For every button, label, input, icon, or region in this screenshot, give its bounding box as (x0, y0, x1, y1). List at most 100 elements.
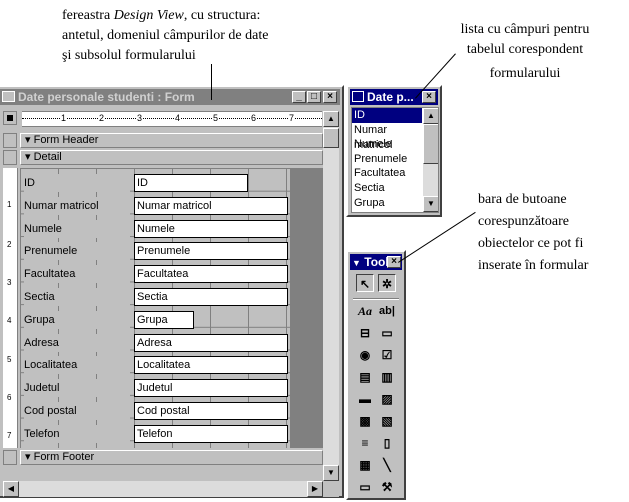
scroll-left-button[interactable]: ◀ (3, 481, 19, 497)
option-group-tool[interactable]: ⊟ (356, 324, 374, 342)
line-tool[interactable]: ╲ (378, 456, 396, 474)
annotation-line: obiectelor ce pot fi (478, 236, 584, 251)
toolbox-menu-arrow-icon: ▼ (352, 258, 361, 268)
field-list-icon (352, 91, 364, 102)
ruler-mark: 1 (7, 200, 12, 209)
horizontal-ruler: 1 2 3 4 5 6 7 (22, 111, 322, 127)
field-textbox[interactable]: Prenumele (134, 242, 288, 260)
field-textbox[interactable]: Telefon (134, 425, 288, 443)
field-label[interactable]: Facultatea (24, 265, 130, 283)
field-label[interactable]: Prenumele (24, 242, 130, 260)
scroll-down-button[interactable]: ▼ (323, 465, 339, 481)
image-tool[interactable]: ▨ (378, 390, 396, 408)
ruler-mark: 1 (60, 113, 68, 123)
field-textbox[interactable]: Localitatea (134, 356, 288, 374)
field-textbox[interactable]: Numar matricol (134, 197, 288, 215)
form-window-titlebar[interactable]: Date personale studenti : Form _ □ × (0, 89, 340, 105)
field-list-scroll-up[interactable]: ▲ (423, 108, 438, 124)
vertical-scrollbar[interactable]: ▲ ▼ (323, 111, 339, 481)
field-textbox[interactable]: ID (134, 174, 248, 192)
field-label[interactable]: Numele (24, 220, 130, 238)
annotation-line: corespunzătoare (478, 214, 569, 229)
close-button[interactable]: × (323, 91, 337, 103)
subform-tool[interactable]: ▦ (356, 456, 374, 474)
command-button-tool[interactable]: ▬ (356, 390, 374, 408)
toolbox-window[interactable]: ▼ Toolb × ↖ ✲ Aa ab| ⊟ ▭ ◉ ☑ ▤ ▥ ▬ ▨ ▩ ▧… (346, 250, 406, 500)
scroll-thumb[interactable] (323, 128, 339, 148)
section-selector-footer[interactable] (3, 450, 17, 465)
maximize-button[interactable]: □ (307, 91, 321, 103)
field-textbox[interactable]: Numele (134, 220, 288, 238)
field-label[interactable]: Judetul (24, 379, 130, 397)
field-list-titlebar[interactable]: Date p... × (350, 89, 438, 105)
field-list-item[interactable]: Facultatea (352, 166, 422, 181)
more-controls-tool[interactable]: ⚒ (378, 478, 396, 496)
form-header-label: Form Header (33, 134, 99, 146)
minimize-button[interactable]: _ (292, 91, 306, 103)
annotation-line: antetul, domeniul câmpurilor de date (62, 28, 269, 43)
field-textbox[interactable]: Adresa (134, 334, 288, 352)
form-footer-label: Form Footer (33, 451, 95, 463)
section-selector-header[interactable] (3, 133, 17, 148)
field-list-scroll-thumb[interactable] (423, 124, 438, 164)
tab-control-tool[interactable]: ▯ (378, 434, 396, 452)
annotation-line: bara de butoane (478, 192, 567, 207)
field-list-scrollbar[interactable]: ▲ ▼ (423, 108, 438, 212)
ruler-corner-button[interactable] (3, 111, 17, 125)
field-textbox[interactable]: Grupa (134, 311, 194, 329)
combo-box-tool[interactable]: ▤ (356, 368, 374, 386)
field-textbox[interactable]: Facultatea (134, 265, 288, 283)
rectangle-tool[interactable]: ▭ (356, 478, 374, 496)
control-wizards-tool[interactable]: ✲ (378, 274, 396, 292)
ruler-mark: 7 (288, 113, 296, 123)
check-box-tool[interactable]: ☑ (378, 346, 396, 364)
field-list-item[interactable]: ID (352, 108, 422, 123)
page-break-tool[interactable]: ≡ (356, 434, 374, 452)
textbox-tool[interactable]: ab| (378, 302, 396, 320)
field-list-item[interactable]: Prenumele (352, 152, 422, 167)
callout-line-toolbox (398, 211, 476, 263)
form-icon (2, 91, 15, 102)
field-label[interactable]: Numar matricol (24, 197, 130, 215)
field-label[interactable]: Grupa (24, 311, 130, 329)
field-label[interactable]: Cod postal (24, 402, 130, 420)
field-list-box[interactable]: ID Numar matricol Numele Prenumele Facultate… (351, 107, 439, 213)
list-box-tool[interactable]: ▥ (378, 368, 396, 386)
detail-bar[interactable]: ▾ Detail (20, 150, 323, 165)
ruler-mark: 3 (7, 278, 12, 287)
ruler-mark: 6 (7, 393, 12, 402)
field-list-item[interactable]: Numele (352, 137, 422, 152)
field-list-item[interactable]: Sectia (352, 181, 422, 196)
form-header-bar[interactable]: ▾ Form Header (20, 133, 323, 148)
scroll-up-button[interactable]: ▲ (323, 111, 339, 127)
field-label[interactable]: Sectia (24, 288, 130, 306)
scroll-right-button[interactable]: ▶ (307, 481, 323, 497)
field-label[interactable]: Adresa (24, 334, 130, 352)
select-objects-tool[interactable]: ↖ (356, 274, 374, 292)
annotation-line: tabelul corespondent (466, 42, 584, 57)
form-design-window[interactable]: Date personale studenti : Form _ □ × 1 2… (0, 85, 344, 498)
field-label[interactable]: ID (24, 174, 130, 192)
field-list-scroll-down[interactable]: ▼ (423, 196, 438, 212)
field-list-item[interactable]: Numar matricol (352, 123, 422, 151)
field-label[interactable]: Localitatea (24, 356, 130, 374)
field-list-item[interactable]: Grupa (352, 196, 422, 211)
unbound-object-frame-tool[interactable]: ▩ (356, 412, 374, 430)
option-button-tool[interactable]: ◉ (356, 346, 374, 364)
field-label[interactable]: Telefon (24, 425, 130, 443)
annotation-form-structure: fereastra Design View, cu structura: ant… (62, 6, 302, 66)
form-footer-bar[interactable]: ▾ Form Footer (20, 450, 323, 465)
toggle-button-tool[interactable]: ▭ (378, 324, 396, 342)
bound-object-frame-tool[interactable]: ▧ (378, 412, 396, 430)
field-list-window[interactable]: Date p... × ID Numar matricol Numele Prenum… (346, 85, 442, 217)
toolbox-titlebar[interactable]: ▼ Toolb × (350, 254, 402, 270)
ruler-mark: 2 (7, 240, 12, 249)
field-textbox[interactable]: Cod postal (134, 402, 288, 420)
field-textbox[interactable]: Sectia (134, 288, 288, 306)
field-list-close-button[interactable]: × (422, 91, 436, 103)
field-textbox[interactable]: Judetul (134, 379, 288, 397)
horizontal-scrollbar[interactable]: ◀ ▶ (3, 481, 323, 497)
label-tool[interactable]: Aa (356, 302, 374, 320)
size-grip[interactable] (323, 481, 339, 497)
section-selector-detail[interactable] (3, 150, 17, 165)
